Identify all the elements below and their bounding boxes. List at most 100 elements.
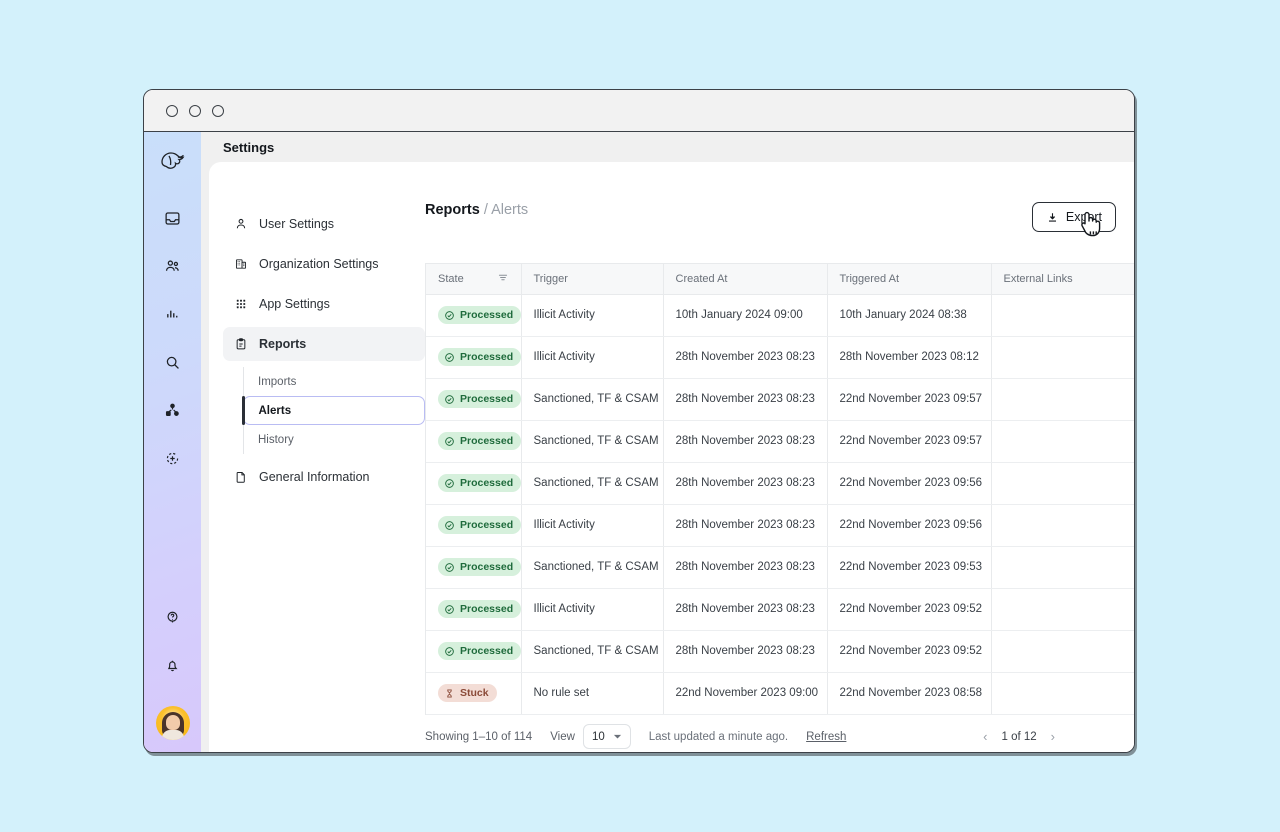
cell-created-at: 28th November 2023 08:23 [663, 336, 828, 379]
cell-created-at: 28th November 2023 08:23 [663, 504, 828, 547]
column-header-triggered-at[interactable]: Triggered At [827, 264, 992, 295]
cell-created-at: 22nd November 2023 09:00 [663, 672, 828, 715]
report-panel: Reports / Alerts Export State Trigger Cr… [425, 162, 1134, 752]
cell-created-at: 28th November 2023 08:23 [663, 378, 828, 421]
cell-state: Processed [426, 294, 522, 337]
nav-item-user-settings[interactable]: User Settings [223, 207, 425, 241]
table-row[interactable]: Processed Sanctioned, TF & CSAM 28th Novem… [426, 630, 1134, 673]
cell-trigger: Sanctioned, TF & CSAM [521, 546, 664, 589]
status-badge: Processed [438, 348, 520, 366]
page-size-select[interactable]: 10 [582, 724, 631, 749]
status-badge-label: Processed [460, 561, 514, 573]
pagination: ‹ 1 of 12 › [983, 730, 1055, 743]
check-circle-icon [444, 352, 455, 363]
people-icon[interactable] [158, 251, 188, 281]
subnav-item-imports[interactable]: Imports [244, 367, 425, 396]
reports-subnav: Imports Alerts History [242, 367, 425, 454]
table-row[interactable]: Processed Illicit Activity 28th November 2… [426, 588, 1134, 631]
close-button[interactable] [166, 104, 178, 117]
cell-trigger: Illicit Activity [521, 294, 664, 337]
nav-item-general-information[interactable]: General Information [223, 460, 425, 494]
cell-external-links [991, 504, 1134, 547]
subnav-item-alerts[interactable]: Alerts [242, 395, 425, 426]
window-body: Settings User Settings Organization Sett… [144, 132, 1134, 752]
export-button[interactable]: Export [1031, 202, 1116, 232]
bar-chart-icon[interactable] [158, 299, 188, 329]
cell-triggered-at: 22nd November 2023 09:52 [827, 588, 992, 631]
check-circle-icon [444, 604, 455, 615]
table-row[interactable]: Processed Sanctioned, TF & CSAM 28th Novem… [426, 420, 1134, 463]
alerts-table: State Trigger Created At Triggered At Ex… [426, 264, 1134, 715]
maximize-button[interactable] [212, 104, 224, 117]
column-header-external-links[interactable]: External Links [991, 264, 1134, 295]
cell-external-links [991, 588, 1134, 631]
refresh-link[interactable]: Refresh [806, 731, 846, 743]
cell-external-links [991, 546, 1134, 589]
help-circle-icon[interactable] [158, 602, 188, 632]
user-avatar[interactable] [155, 706, 190, 740]
minimize-button[interactable] [189, 104, 201, 117]
cell-triggered-at: 22nd November 2023 09:57 [827, 420, 992, 463]
table-header-row: State Trigger Created At Triggered At Ex… [426, 264, 1134, 295]
content-card: User Settings Organization Settings App … [209, 162, 1134, 752]
column-header-state[interactable]: State [426, 264, 522, 295]
table-row[interactable]: Processed Sanctioned, TF & CSAM 28th Novem… [426, 546, 1134, 589]
nav-item-reports[interactable]: Reports [223, 327, 425, 361]
bell-icon[interactable] [158, 650, 188, 680]
cell-state: Stuck [426, 672, 522, 715]
cell-created-at: 28th November 2023 08:23 [663, 420, 828, 463]
search-icon[interactable] [158, 347, 188, 377]
column-label: Triggered At [839, 272, 900, 285]
table-row[interactable]: Stuck No rule set 22nd November 2023 09:00… [426, 672, 1134, 715]
refresh-plus-icon[interactable] [158, 443, 188, 473]
status-badge: Stuck [438, 684, 497, 702]
check-circle-icon [444, 478, 455, 489]
breadcrumb-row: Reports / Alerts Export [425, 202, 1134, 232]
settings-nav: User Settings Organization Settings App … [209, 162, 425, 752]
cell-triggered-at: 22nd November 2023 09:56 [827, 504, 992, 547]
column-label: Created At [675, 272, 728, 285]
chevron-left-icon[interactable]: ‹ [983, 730, 987, 743]
status-badge-label: Processed [460, 393, 514, 405]
column-header-trigger[interactable]: Trigger [521, 264, 664, 295]
table-row[interactable]: Processed Sanctioned, TF & CSAM 28th Novem… [426, 462, 1134, 505]
check-circle-icon [444, 562, 455, 573]
table-row[interactable]: Processed Sanctioned, TF & CSAM 28th Novem… [426, 378, 1134, 421]
avatar-body [161, 730, 184, 740]
cell-state: Processed [426, 546, 522, 589]
filter-icon[interactable] [497, 271, 509, 286]
bird-logo-icon[interactable] [158, 146, 188, 181]
cell-triggered-at: 22nd November 2023 09:52 [827, 630, 992, 673]
table-row[interactable]: Processed Illicit Activity 10th January 20… [426, 294, 1134, 337]
export-label: Export [1065, 210, 1102, 224]
cell-state: Processed [426, 336, 522, 379]
table-row[interactable]: Processed Illicit Activity 28th November 2… [426, 336, 1134, 379]
main-area: Settings User Settings Organization Sett… [201, 132, 1134, 752]
subnav-label: Imports [258, 375, 297, 388]
cell-trigger: Sanctioned, TF & CSAM [521, 420, 664, 463]
window-titlebar [144, 90, 1134, 132]
cell-external-links [991, 630, 1134, 673]
cell-state: Processed [426, 630, 522, 673]
check-circle-icon [444, 520, 455, 531]
status-badge-label: Processed [460, 477, 514, 489]
nav-item-organization-settings[interactable]: Organization Settings [223, 247, 425, 281]
table-row[interactable]: Processed Illicit Activity 28th November 2… [426, 504, 1134, 547]
column-header-created-at[interactable]: Created At [663, 264, 828, 295]
cell-external-links [991, 294, 1134, 337]
app-window: Settings User Settings Organization Sett… [143, 89, 1135, 753]
showing-count: Showing 1–10 of 114 [425, 730, 533, 743]
avatar-face [165, 715, 180, 730]
nav-item-app-settings[interactable]: App Settings [223, 287, 425, 321]
status-badge: Processed [438, 306, 520, 324]
cell-external-links [991, 420, 1134, 463]
chevron-right-icon[interactable]: › [1051, 730, 1055, 743]
cell-triggered-at: 28th November 2023 08:12 [827, 336, 992, 379]
network-nodes-icon[interactable] [158, 395, 188, 425]
cell-external-links [991, 462, 1134, 505]
breadcrumb-parent[interactable]: Reports [425, 202, 480, 218]
subnav-item-history[interactable]: History [244, 425, 425, 454]
cell-created-at: 28th November 2023 08:23 [663, 630, 828, 673]
inbox-icon[interactable] [158, 203, 188, 233]
status-badge: Processed [438, 558, 520, 576]
